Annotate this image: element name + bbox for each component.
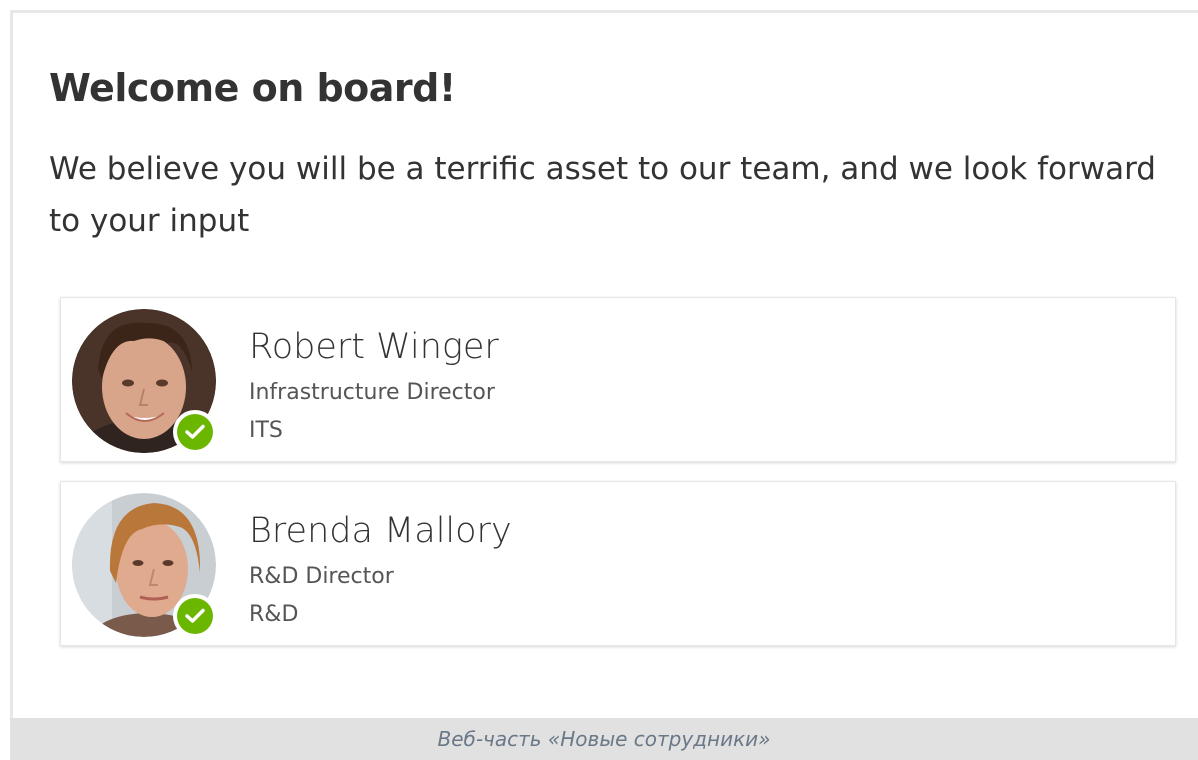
person-card[interactable]: Robert Winger Infrastructure Director IT… xyxy=(60,297,1176,462)
person-name[interactable]: Robert Winger xyxy=(249,320,1149,374)
checkmark-circle-icon xyxy=(177,414,213,450)
figure-caption: Веб-часть «Новые сотрудники» xyxy=(437,727,771,751)
person-job-title: Infrastructure Director xyxy=(249,380,495,405)
presence-indicator xyxy=(173,594,217,638)
caption-bar: Веб-часть «Новые сотрудники» xyxy=(10,718,1198,760)
welcome-message: We believe you will be a terrific asset … xyxy=(49,151,1156,239)
checkmark-circle-icon xyxy=(177,598,213,634)
avatar-container xyxy=(72,309,217,454)
new-employees-webpart: Welcome on board! We believe you will be… xyxy=(10,10,1198,718)
presence-indicator xyxy=(173,410,217,454)
webpart-title: Welcome on board! xyxy=(49,66,456,110)
person-name[interactable]: Brenda Mallory xyxy=(249,504,1149,558)
person-info: Robert Winger Infrastructure Director IT… xyxy=(249,320,1149,450)
person-job-title: R&D Director xyxy=(249,564,394,589)
person-department: ITS xyxy=(249,418,283,443)
person-department: R&D xyxy=(249,602,299,627)
person-info: Brenda Mallory R&D Director R&D xyxy=(249,504,1149,634)
person-card[interactable]: Brenda Mallory R&D Director R&D xyxy=(60,481,1176,646)
avatar-container xyxy=(72,493,217,638)
